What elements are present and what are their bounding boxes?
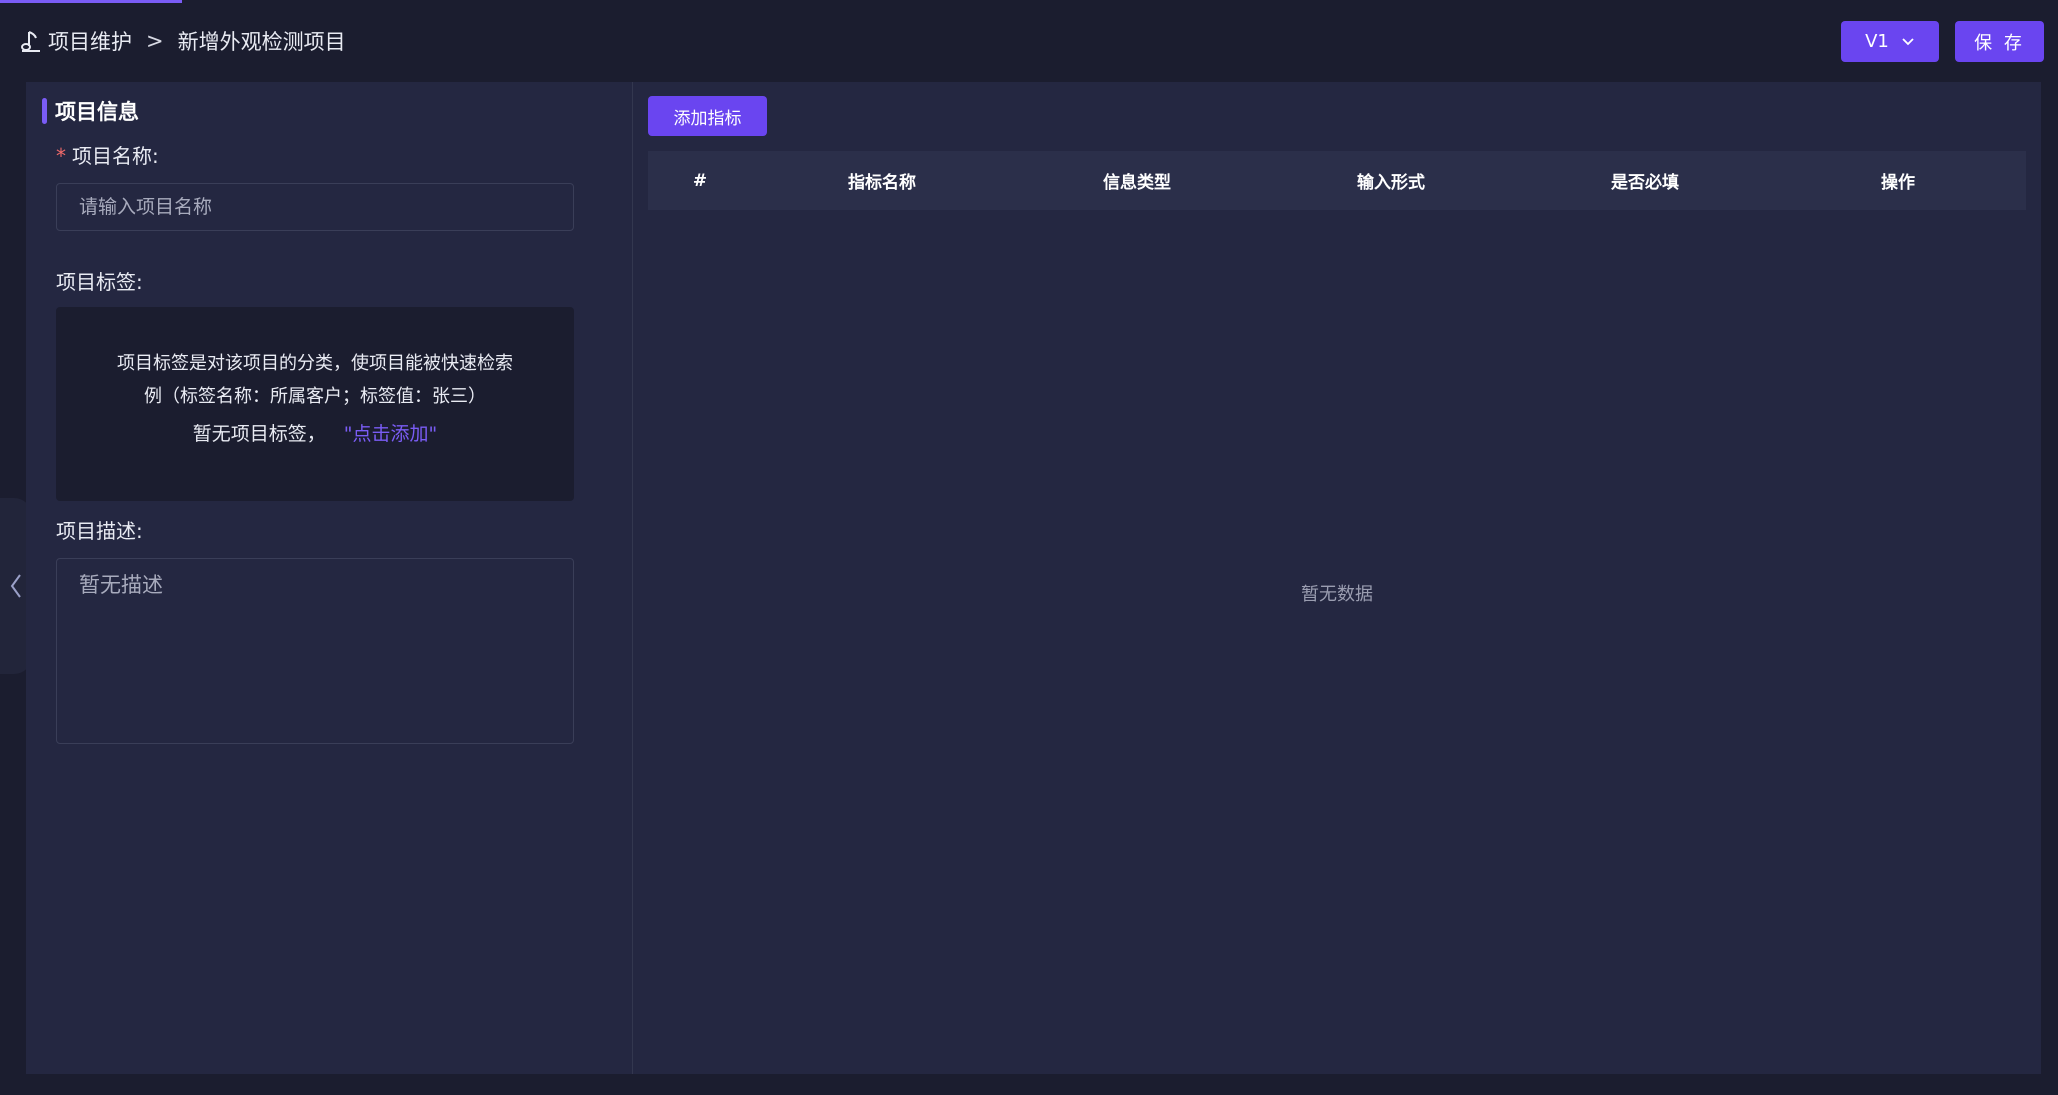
project-tags-label: 项目标签: [56,270,143,294]
project-description-label: 项目描述: [56,519,143,543]
breadcrumb-current: 新增外观检测项目 [177,30,346,54]
indicator-table-header: # 指标名称 信息类型 输入形式 是否必填 操作 [648,151,2026,210]
chevron-left-icon [10,574,21,598]
column-header-required: 是否必填 [1611,173,1679,193]
column-header-index: # [692,170,708,191]
project-name-label: * 项目名称: [56,140,159,169]
version-select-button[interactable]: V1 [1841,21,1939,62]
header: 项目维护 > 新增外观检测项目 V1 保 存 [0,0,2058,82]
section-title: 项目信息 [42,96,139,126]
tags-empty-text: 暂无项目标签， [192,423,326,445]
indicator-panel: 添加指标 # 指标名称 信息类型 输入形式 是否必填 操作 暂无数据 [633,82,2041,1074]
project-name-label-text: 项目名称: [72,144,159,168]
section-title-bar [42,98,47,124]
add-indicator-button[interactable]: 添加指标 [648,96,767,136]
version-label: V1 [1865,31,1889,52]
column-header-actions: 操作 [1881,173,1915,193]
tags-hint-line1: 项目标签是对该项目的分类，使项目能被快速检索 [117,353,513,374]
chevron-down-icon [1902,37,1914,45]
breadcrumb-separator: > [146,29,164,53]
music-note-icon [21,31,40,52]
column-header-name: 指标名称 [848,173,916,193]
breadcrumb-parent[interactable]: 项目维护 [48,26,132,56]
header-actions: V1 保 存 [1841,21,2044,62]
save-button[interactable]: 保 存 [1955,21,2044,62]
section-title-text: 项目信息 [55,100,139,124]
project-description-textarea[interactable] [56,558,574,744]
tags-hint-line2: 例（标签名称：所属客户；标签值：张三） [144,386,486,407]
column-header-info-type: 信息类型 [1103,173,1171,193]
required-asterisk: * [56,144,66,168]
breadcrumb: 项目维护 > 新增外观检测项目 [20,26,346,56]
project-name-input[interactable] [56,183,574,231]
column-header-input-form: 输入形式 [1357,173,1425,193]
project-info-panel: 项目信息 *项目名称: 项目标签: 项目标签是对该项目的分类，使项目能被快速检索… [26,82,633,1074]
project-tags-box: 项目标签是对该项目的分类，使项目能被快速检索 例（标签名称：所属客户；标签值：张… [56,307,574,501]
add-tag-link[interactable]: "点击添加" [344,423,437,445]
table-empty-text: 暂无数据 [1301,584,1373,605]
